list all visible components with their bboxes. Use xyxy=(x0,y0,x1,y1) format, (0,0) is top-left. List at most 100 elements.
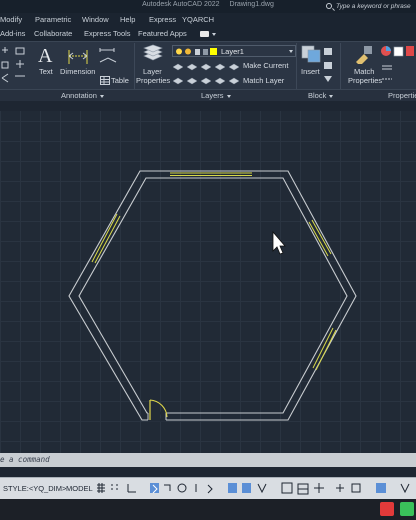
current-layer-name: Layer1 xyxy=(221,47,244,56)
viewport-freeze-icon xyxy=(203,49,208,55)
trim-icon xyxy=(15,47,25,55)
create-block-icon xyxy=(324,48,332,55)
match-layer-button[interactable]: Match Layer xyxy=(243,76,284,85)
status-toggles[interactable] xyxy=(96,482,416,496)
panel-toggle-icon xyxy=(200,31,209,37)
linear-dim-icon xyxy=(99,48,115,52)
move-icon xyxy=(2,47,8,53)
drawing-area[interactable] xyxy=(0,101,416,453)
layer-tool-icons[interactable] xyxy=(172,60,242,87)
transparency-icon xyxy=(207,484,213,494)
units-icon xyxy=(351,483,361,493)
edit-attributes-icon xyxy=(324,76,332,82)
annotation-visibility-icon xyxy=(281,482,293,494)
edit-block-icon xyxy=(324,62,332,69)
lightbulb-icon xyxy=(176,48,182,55)
tab-express-tools[interactable]: Express Tools xyxy=(84,29,131,38)
model-space-button[interactable]: MODEL xyxy=(66,484,93,493)
table-button-label[interactable]: Table xyxy=(111,76,129,85)
menu-modify[interactable]: Modify xyxy=(0,15,22,24)
lock-icon xyxy=(195,49,200,55)
menu-bar: Modify Parametric Window Help Express YQ… xyxy=(0,13,416,27)
layer-properties-label-line1[interactable]: Layer xyxy=(143,67,162,76)
match-properties-icon[interactable] xyxy=(352,44,374,64)
snap-icon xyxy=(111,484,118,490)
command-line[interactable]: e a command xyxy=(0,453,416,467)
chevron-down-icon xyxy=(226,94,231,98)
autocad-taskbar-icon[interactable] xyxy=(380,502,394,516)
layer-thaw-icon xyxy=(200,77,212,85)
layer-properties-label-line2[interactable]: Properties xyxy=(136,76,170,85)
title-bar: Autodesk AutoCAD 2022 Drawing1.dwg Type … xyxy=(0,0,416,13)
chevron-down-icon xyxy=(329,94,334,98)
layer-lock-icon xyxy=(214,63,226,71)
gizmo-icon xyxy=(257,483,267,494)
search-input[interactable]: Type a keyword or phrase xyxy=(324,1,416,12)
graphics-performance-icon xyxy=(376,483,386,493)
chevron-down-icon xyxy=(212,33,216,36)
stretch-icon xyxy=(1,73,9,83)
properties-small-tools[interactable] xyxy=(380,44,416,86)
layer-make-current-icon xyxy=(228,63,240,71)
layer-state-icons xyxy=(176,48,208,55)
annotation-small-tools[interactable] xyxy=(98,46,120,76)
layout-tabs-area xyxy=(0,467,416,477)
app-name: Autodesk AutoCAD 2022 xyxy=(142,1,220,8)
svg-text:A: A xyxy=(38,45,53,66)
chevron-down-icon xyxy=(99,94,104,98)
tab-add-ins[interactable]: Add-ins xyxy=(0,29,25,38)
block-panel-title[interactable]: Block xyxy=(308,91,334,100)
layers-panel-title[interactable]: Layers xyxy=(201,91,231,100)
menu-parametric[interactable]: Parametric xyxy=(35,15,71,24)
search-icon xyxy=(326,3,332,9)
block-small-tools[interactable] xyxy=(322,46,336,86)
insert-block-icon[interactable] xyxy=(300,44,322,64)
workspace-icon xyxy=(314,483,324,493)
ribbon-tab-overflow-button[interactable] xyxy=(200,31,216,38)
autoscale-icon xyxy=(297,483,309,495)
match-properties-label-line2[interactable]: Properties xyxy=(348,76,382,85)
autocad-window: { "titlebar": { "app_name": "Autodesk Au… xyxy=(0,0,416,520)
table-icon[interactable] xyxy=(100,76,110,85)
app-taskbar-icon[interactable] xyxy=(400,502,414,516)
text-button-label[interactable]: Text xyxy=(39,67,53,76)
layer-isolate-icon xyxy=(186,63,198,71)
os-taskbar xyxy=(0,499,416,520)
ribbon-panel-titles: Annotation Layers Block Properties xyxy=(0,89,416,101)
ribbon-tab-bar: Add-ins Collaborate Express Tools Featur… xyxy=(0,27,416,41)
osnap-tracking-icon xyxy=(177,483,187,493)
menu-window[interactable]: Window xyxy=(82,15,109,24)
menu-help[interactable]: Help xyxy=(120,15,135,24)
array-icon xyxy=(1,61,9,69)
tab-collaborate[interactable]: Collaborate xyxy=(34,29,72,38)
layer-properties-icon[interactable] xyxy=(141,44,163,64)
make-current-button[interactable]: Make Current xyxy=(243,61,288,70)
dimension-button-label[interactable]: Dimension xyxy=(60,67,95,76)
annotation-panel-title[interactable]: Annotation xyxy=(61,91,104,100)
annotation-monitor-icon xyxy=(336,484,344,492)
leader-icon xyxy=(99,57,117,63)
layer-dropdown[interactable]: Layer1 xyxy=(172,45,296,57)
layer-unisolate-icon xyxy=(186,77,198,85)
dynamic-input-icon xyxy=(228,483,237,493)
layer-color-swatch xyxy=(210,48,217,55)
sun-icon xyxy=(185,48,191,55)
modify-tools-partial[interactable] xyxy=(0,44,30,88)
grid-icon xyxy=(97,483,105,493)
tab-featured-apps[interactable]: Featured Apps xyxy=(138,29,187,38)
search-placeholder: Type a keyword or phrase xyxy=(336,3,411,10)
match-layer-icon xyxy=(228,77,240,85)
menu-yqarch[interactable]: YQARCH xyxy=(182,15,214,24)
menu-express[interactable]: Express xyxy=(149,15,176,24)
text-icon[interactable]: A xyxy=(36,44,56,66)
dim-style-indicator[interactable]: STYLE:<YQ_DIM> xyxy=(3,484,66,493)
canvas-top-band xyxy=(0,101,416,111)
properties-panel-title[interactable]: Properties xyxy=(388,91,416,100)
layer-freeze-icon xyxy=(200,63,212,71)
match-properties-label-line1[interactable]: Match xyxy=(354,67,374,76)
dimension-icon[interactable] xyxy=(66,46,90,66)
layer-on-icon xyxy=(172,77,184,85)
insert-button-label[interactable]: Insert xyxy=(301,67,320,76)
chevron-down-icon xyxy=(289,50,293,53)
properties-icon xyxy=(406,46,414,56)
